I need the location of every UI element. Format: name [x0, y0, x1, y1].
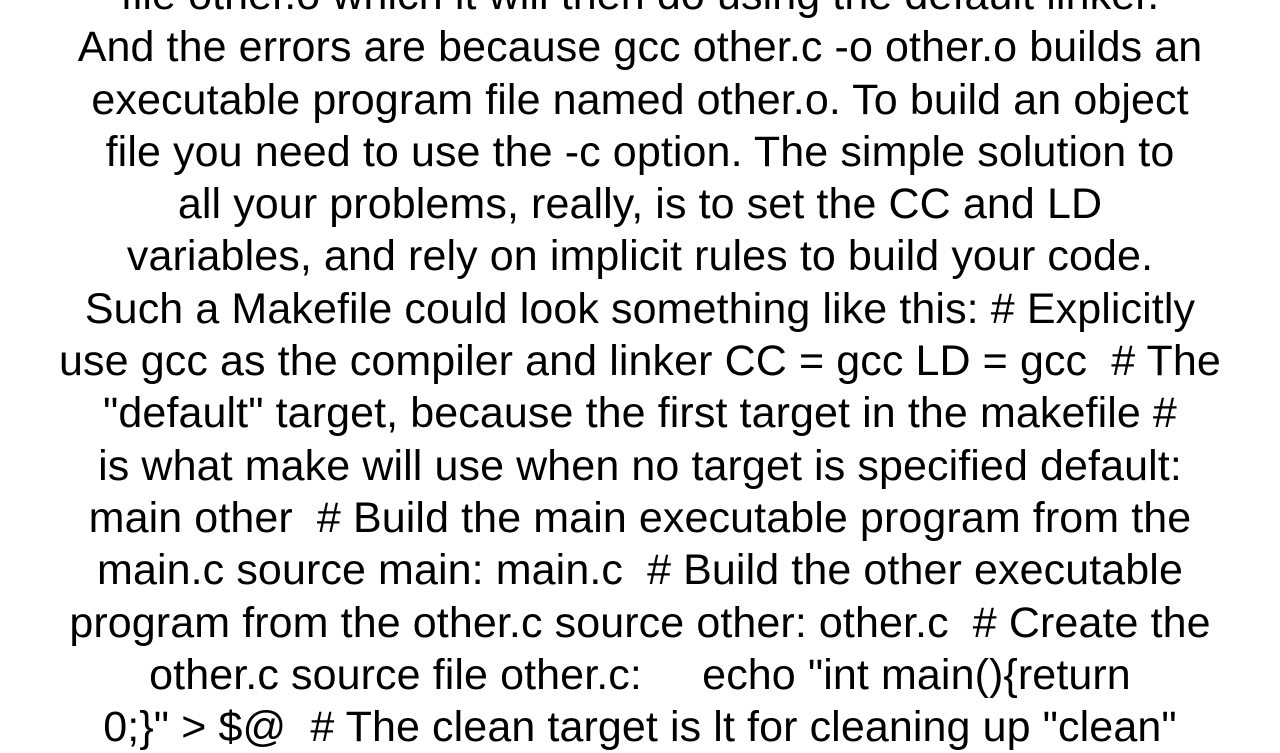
text-line: 0;}" > $@ # The clean target is lt for c…	[103, 703, 1177, 752]
text-line: is what make will use when no target is …	[98, 441, 1182, 490]
text-line: Such a Makefile could look something lik…	[84, 284, 1196, 333]
text-line: main other # Build the main executable p…	[88, 493, 1192, 542]
text-line: file you need to use the -c option. The …	[105, 127, 1175, 176]
text-line: all your problems, really, is to set the…	[177, 180, 1103, 229]
text-line: And the errors are because gcc other.c -…	[77, 23, 1203, 72]
document-text-block: file other.o which it will then do using…	[0, 0, 1280, 753]
text-line: variables, and rely on implicit rules to…	[126, 232, 1154, 281]
text-line: "default" target, because the first targ…	[103, 389, 1177, 438]
text-line: other.c source file other.c: echo "int m…	[149, 650, 1131, 699]
text-line: main.c source main: main.c # Build the o…	[97, 546, 1183, 595]
text-line: program from the other.c source other: o…	[69, 598, 1211, 647]
text-line: executable program file named other.o. T…	[91, 75, 1189, 124]
text-line: file other.o which it will then do using…	[0, 0, 1280, 21]
text-line: use gcc as the compiler and linker CC = …	[59, 337, 1221, 386]
